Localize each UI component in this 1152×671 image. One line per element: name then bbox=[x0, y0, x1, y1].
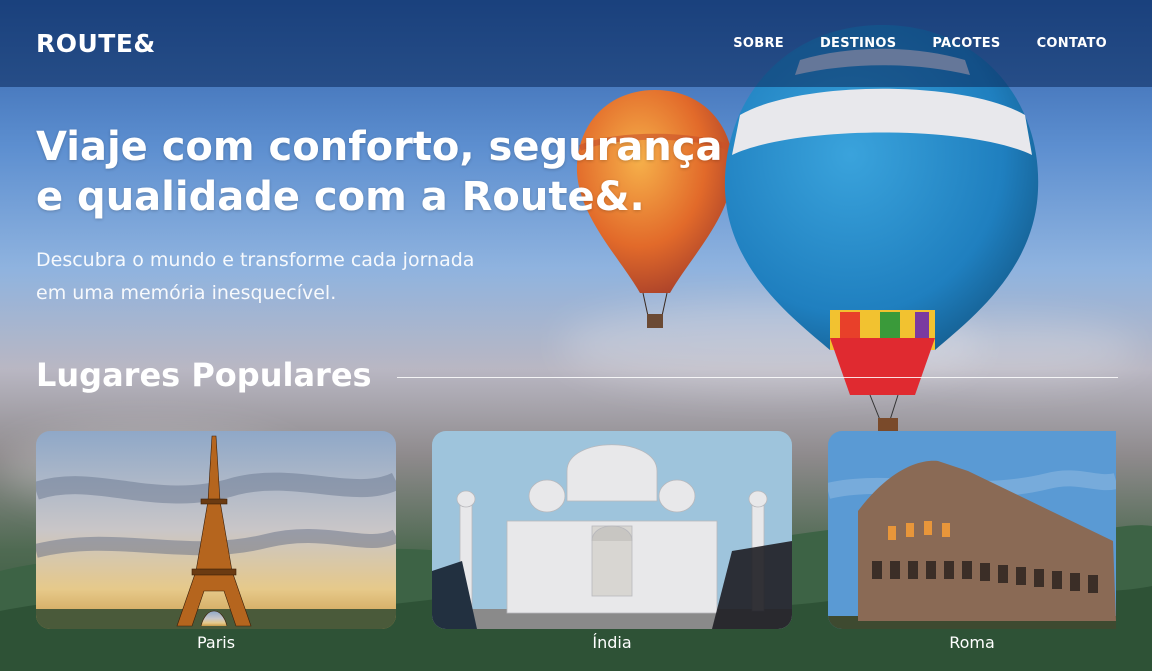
place-name-paris: Paris bbox=[196, 633, 236, 652]
divider bbox=[396, 376, 1118, 378]
nav-contato[interactable]: CONTATO bbox=[1037, 36, 1107, 51]
hero-title: Viaje com conforto, segurança e qualidad… bbox=[36, 122, 736, 222]
paris-image[interactable] bbox=[36, 431, 396, 629]
place-name-roma: Roma bbox=[949, 633, 995, 652]
nav-destinos[interactable]: DESTINOS bbox=[820, 36, 896, 51]
main-nav: SOBRE DESTINOS PACOTES CONTATO bbox=[733, 36, 1107, 51]
hero-subtitle: Descubra o mundo e transforme cada jorna… bbox=[36, 244, 556, 310]
site-header: ROUTE& SOBRE DESTINOS PACOTES CONTATO bbox=[0, 0, 1152, 87]
place-name-india: Índia bbox=[592, 633, 632, 652]
india-image[interactable] bbox=[432, 431, 792, 629]
places-list: Paris Índia Roma bbox=[36, 431, 1116, 652]
hero-section: Viaje com conforto, segurança e qualidad… bbox=[36, 122, 736, 310]
place-card-roma[interactable]: Roma bbox=[828, 431, 1116, 652]
popular-places-header: Lugares Populares bbox=[36, 356, 1118, 394]
hero-subtitle-line-1: Descubra o mundo e transforme cada jorna… bbox=[36, 249, 475, 271]
hero-subtitle-line-2: em uma memória inesquecível. bbox=[36, 282, 337, 304]
popular-places-heading: Lugares Populares bbox=[36, 356, 372, 394]
nav-pacotes[interactable]: PACOTES bbox=[932, 36, 1000, 51]
place-card-india[interactable]: Índia bbox=[432, 431, 792, 652]
hero-title-line-1: Viaje com conforto, segurança bbox=[36, 124, 723, 170]
roma-image[interactable] bbox=[828, 431, 1116, 629]
nav-sobre[interactable]: SOBRE bbox=[733, 36, 784, 51]
logo[interactable]: ROUTE& bbox=[36, 29, 156, 58]
place-card-paris[interactable]: Paris bbox=[36, 431, 396, 652]
hero-title-line-2: e qualidade com a Route&. bbox=[36, 174, 645, 220]
